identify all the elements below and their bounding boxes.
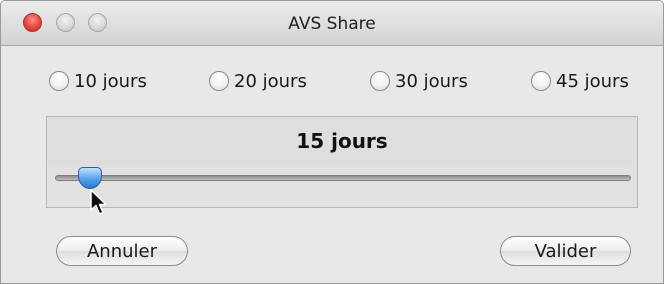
radio-option-10[interactable]: 10 jours bbox=[49, 67, 147, 95]
radio-label: 10 jours bbox=[74, 70, 147, 92]
radio-circle-icon[interactable] bbox=[531, 71, 551, 91]
radio-option-20[interactable]: 20 jours bbox=[209, 67, 307, 95]
title-bar[interactable]: AVS Share bbox=[1, 1, 663, 46]
dialog-window: AVS Share 10 jours 20 jours 30 jours 45 … bbox=[0, 0, 664, 284]
radio-label: 30 jours bbox=[395, 70, 468, 92]
radio-option-45[interactable]: 45 jours bbox=[531, 67, 629, 95]
slider-thumb[interactable] bbox=[77, 167, 102, 189]
slider-track[interactable] bbox=[55, 175, 631, 181]
radio-label: 45 jours bbox=[556, 70, 629, 92]
duration-radio-group: 10 jours 20 jours 30 jours 45 jours bbox=[1, 67, 663, 97]
radio-label: 20 jours bbox=[234, 70, 307, 92]
radio-option-30[interactable]: 30 jours bbox=[370, 67, 468, 95]
window-title: AVS Share bbox=[288, 14, 376, 34]
mouse-pointer-icon bbox=[90, 189, 107, 215]
duration-slider-panel: 15 jours bbox=[46, 116, 638, 208]
radio-circle-icon[interactable] bbox=[49, 71, 69, 91]
confirm-button[interactable]: Valider bbox=[500, 236, 631, 266]
slider-value-label: 15 jours bbox=[296, 129, 388, 153]
cancel-button[interactable]: Annuler bbox=[56, 236, 188, 266]
radio-circle-icon[interactable] bbox=[209, 71, 229, 91]
radio-circle-icon[interactable] bbox=[370, 71, 390, 91]
